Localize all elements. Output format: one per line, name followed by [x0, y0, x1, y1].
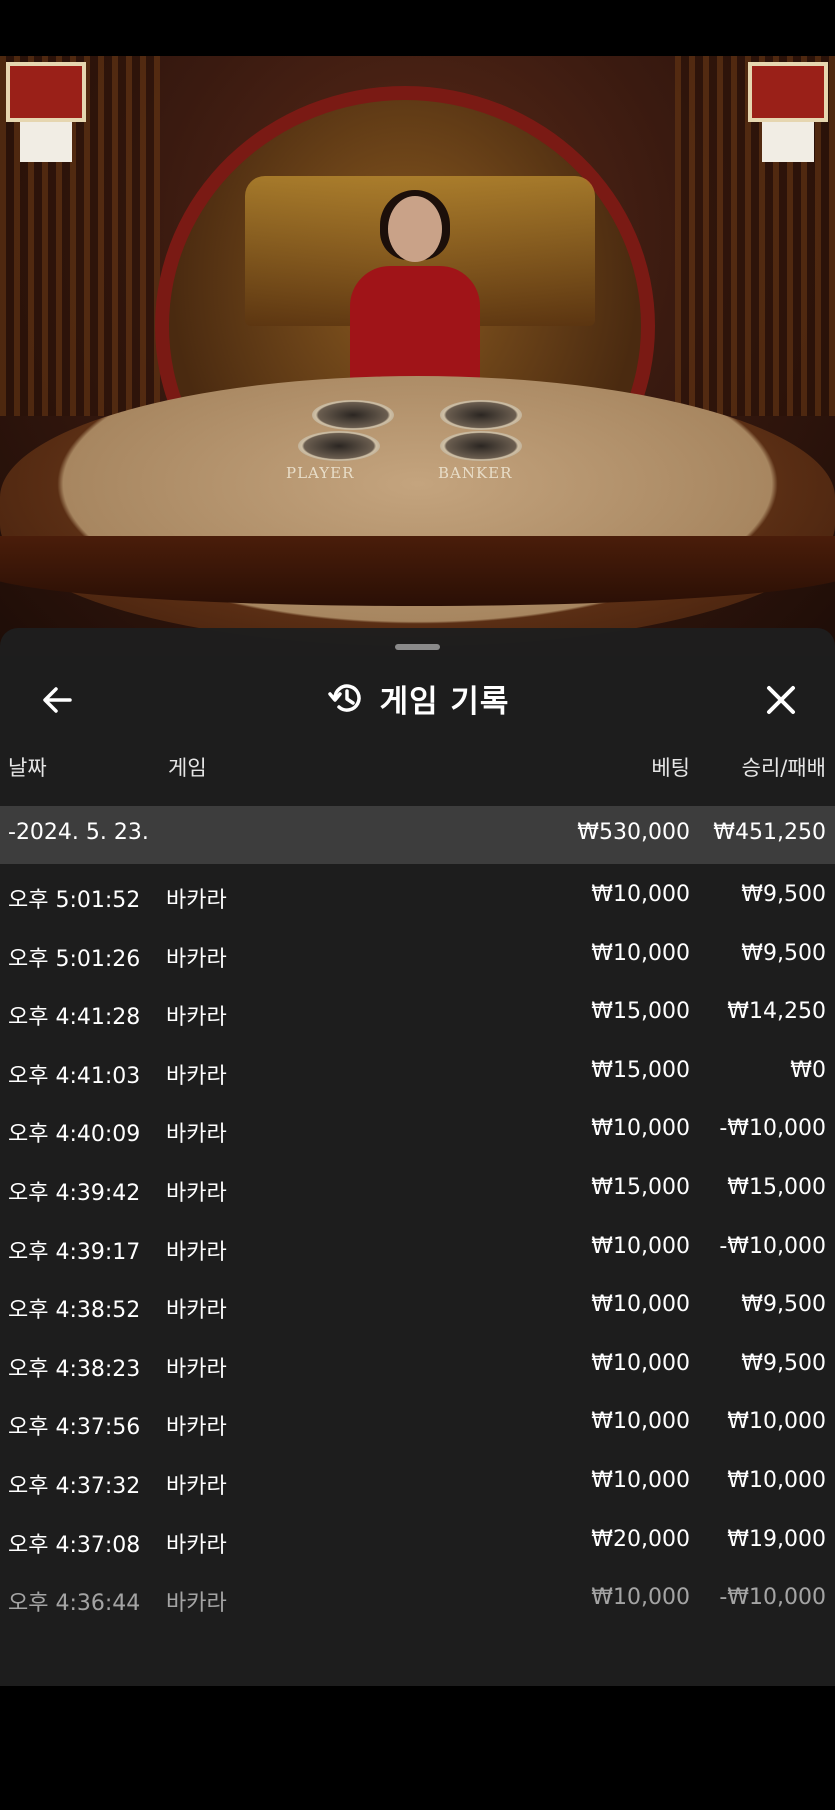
row-game: 바카라	[166, 1473, 227, 1499]
dice-cup	[298, 431, 380, 461]
history-row[interactable]: 오후 4:38:52 바카라 ₩10,000 ₩9,500	[0, 1274, 835, 1333]
row-bet: ₩10,000	[591, 1585, 690, 1611]
row-time: 오후 4:40:09	[8, 1122, 141, 1148]
row-winloss: -₩10,000	[719, 1116, 826, 1142]
row-game: 바카라	[166, 1298, 227, 1324]
row-bet: ₩10,000	[591, 1233, 690, 1259]
history-row[interactable]: 오후 4:41:03 바카라 ₩15,000 ₩0	[0, 1040, 835, 1099]
row-time: 오후 4:39:17	[8, 1239, 141, 1265]
row-winloss: ₩9,500	[741, 940, 826, 966]
history-list: 오후 5:01:52 바카라 ₩10,000 ₩9,500 오후 5:01:26…	[0, 864, 835, 1626]
lantern-left	[6, 62, 86, 162]
row-bet: ₩20,000	[591, 1526, 690, 1552]
row-winloss: ₩14,250	[727, 999, 826, 1025]
lantern-right	[748, 62, 828, 162]
row-bet: ₩10,000	[591, 1409, 690, 1435]
row-winloss: ₩0	[790, 1057, 826, 1083]
row-game: 바카라	[166, 1180, 227, 1206]
row-bet: ₩10,000	[591, 1467, 690, 1493]
history-row[interactable]: 오후 4:38:23 바카라 ₩10,000 ₩9,500	[0, 1333, 835, 1392]
row-time: 오후 4:39:42	[8, 1180, 141, 1206]
column-header-game: 게임	[168, 756, 207, 780]
player-zone-label: PLAYER	[286, 464, 355, 482]
row-bet: ₩15,000	[591, 1057, 690, 1083]
sheet-header: 게임 기록	[0, 668, 835, 728]
row-winloss: ₩9,500	[741, 1292, 826, 1318]
page-title: 게임 기록	[379, 683, 510, 720]
row-time: 오후 4:37:56	[8, 1415, 141, 1441]
row-winloss: -₩10,000	[719, 1233, 826, 1259]
history-row[interactable]: 오후 4:36:44 바카라 ₩10,000 -₩10,000	[0, 1567, 835, 1626]
history-row[interactable]: 오후 4:40:09 바카라 ₩10,000 -₩10,000	[0, 1098, 835, 1157]
row-time: 오후 4:37:08	[8, 1532, 141, 1558]
row-winloss: ₩10,000	[727, 1409, 826, 1435]
summary-date: -2024. 5. 23.	[8, 820, 149, 845]
row-winloss: ₩10,000	[727, 1467, 826, 1493]
row-game: 바카라	[166, 946, 227, 972]
row-winloss: ₩9,500	[741, 882, 826, 907]
row-winloss: -₩10,000	[719, 1585, 826, 1611]
summary-bet: ₩530,000	[577, 820, 690, 845]
history-row[interactable]: 오후 4:37:08 바카라 ₩20,000 ₩19,000	[0, 1509, 835, 1568]
row-time: 오후 4:38:52	[8, 1298, 141, 1324]
row-time: 오후 4:37:32	[8, 1473, 141, 1499]
history-row[interactable]: 오후 4:39:42 바카라 ₩15,000 ₩15,000	[0, 1157, 835, 1216]
live-video: PLAYER BANKER	[0, 56, 835, 656]
row-winloss: ₩9,500	[741, 1350, 826, 1376]
row-game: 바카라	[166, 1532, 227, 1558]
history-clock-icon	[327, 684, 361, 712]
row-time: 오후 4:41:28	[8, 1005, 141, 1031]
dice-cup	[440, 431, 522, 461]
row-game: 바카라	[166, 1239, 227, 1265]
summary-winloss: ₩451,250	[713, 820, 826, 845]
row-game: 바카라	[166, 1063, 227, 1089]
row-bet: ₩10,000	[591, 882, 690, 907]
row-game: 바카라	[166, 1415, 227, 1441]
history-row[interactable]: 오후 4:37:56 바카라 ₩10,000 ₩10,000	[0, 1391, 835, 1450]
column-header-winloss: 승리/패배	[741, 756, 826, 780]
table-rim	[0, 536, 835, 606]
column-header-bet: 베팅	[651, 756, 690, 780]
date-summary-row[interactable]: -2024. 5. 23. ₩530,000 ₩451,250	[0, 806, 835, 864]
game-history-sheet: 게임 기록 날짜 게임 베팅 승리/패배 -2024. 5. 23. ₩530,…	[0, 628, 835, 1686]
row-winloss: ₩19,000	[727, 1526, 826, 1552]
row-game: 바카라	[166, 1591, 227, 1617]
row-bet: ₩10,000	[591, 1292, 690, 1318]
history-row[interactable]: 오후 4:41:28 바카라 ₩15,000 ₩14,250	[0, 981, 835, 1040]
dice-cup	[440, 400, 522, 430]
dice-cup	[312, 400, 394, 430]
row-winloss: ₩15,000	[727, 1174, 826, 1200]
row-bet: ₩10,000	[591, 1116, 690, 1142]
column-header-date: 날짜	[8, 756, 47, 780]
row-game: 바카라	[166, 888, 227, 913]
row-time: 오후 5:01:52	[8, 888, 141, 913]
sheet-drag-handle[interactable]	[395, 644, 440, 650]
history-row[interactable]: 오후 5:01:26 바카라 ₩10,000 ₩9,500	[0, 923, 835, 982]
history-row[interactable]: 오후 4:39:17 바카라 ₩10,000 -₩10,000	[0, 1216, 835, 1275]
row-time: 오후 4:38:23	[8, 1356, 141, 1382]
history-row[interactable]: 오후 5:01:52 바카라 ₩10,000 ₩9,500	[0, 864, 835, 923]
close-icon	[767, 686, 795, 714]
close-button[interactable]	[759, 678, 803, 722]
banker-zone-label: BANKER	[438, 464, 513, 482]
row-time: 오후 4:36:44	[8, 1591, 141, 1617]
row-bet: ₩10,000	[591, 940, 690, 966]
row-time: 오후 4:41:03	[8, 1063, 141, 1089]
row-time: 오후 5:01:26	[8, 946, 141, 972]
row-game: 바카라	[166, 1122, 227, 1148]
row-bet: ₩10,000	[591, 1350, 690, 1376]
column-headers: 날짜 게임 베팅 승리/패배	[0, 746, 835, 786]
row-game: 바카라	[166, 1005, 227, 1031]
row-bet: ₩15,000	[591, 1174, 690, 1200]
row-game: 바카라	[166, 1356, 227, 1382]
history-row[interactable]: 오후 4:37:32 바카라 ₩10,000 ₩10,000	[0, 1450, 835, 1509]
row-bet: ₩15,000	[591, 999, 690, 1025]
